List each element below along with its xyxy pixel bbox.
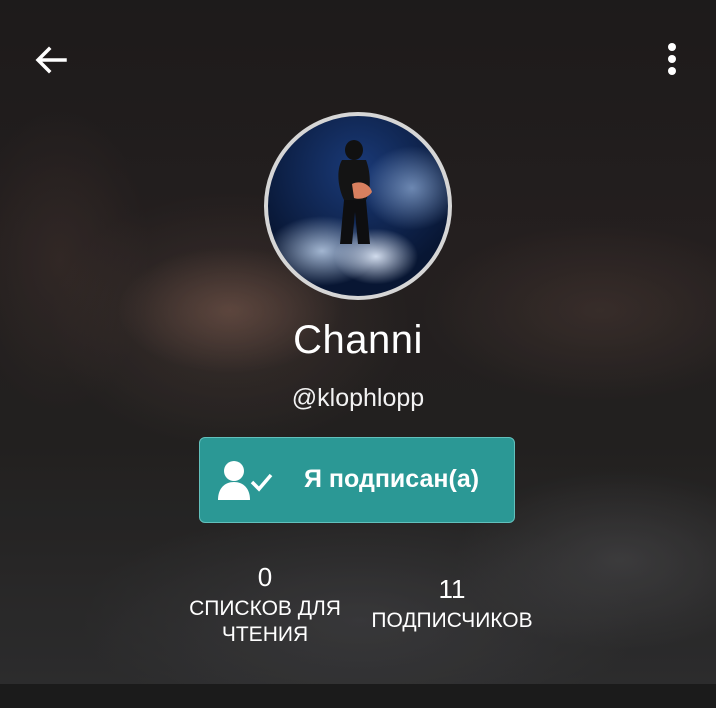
reading-lists-stat[interactable]: 0 СПИСКОВ ДЛЯ ЧТЕНИЯ bbox=[170, 562, 360, 648]
more-options-button[interactable] bbox=[652, 34, 692, 84]
followers-label: ПОДПИСЧИКОВ bbox=[371, 609, 533, 632]
avatar-figure-image bbox=[338, 140, 372, 244]
arrow-left-icon bbox=[35, 46, 67, 74]
bottom-bar bbox=[0, 684, 716, 708]
more-vertical-icon bbox=[668, 43, 676, 75]
profile-screen: Channi @klophlopp Я подписан(а) 0 СПИСКО… bbox=[0, 0, 716, 708]
following-button-label: Я подписан(а) bbox=[304, 465, 480, 493]
reading-lists-label: СПИСКОВ ДЛЯ ЧТЕНИЯ bbox=[189, 597, 341, 646]
followers-stat[interactable]: 11 ПОДПИСЧИКОВ bbox=[355, 574, 549, 634]
back-button[interactable] bbox=[24, 36, 78, 84]
profile-name: Channi bbox=[293, 318, 423, 362]
user-check-icon bbox=[218, 461, 273, 500]
username: @klophlopp bbox=[291, 384, 425, 412]
avatar[interactable] bbox=[264, 112, 452, 300]
reading-lists-count: 0 bbox=[257, 562, 273, 592]
followers-count: 11 bbox=[438, 574, 466, 604]
following-button[interactable]: Я подписан(а) bbox=[199, 437, 515, 523]
